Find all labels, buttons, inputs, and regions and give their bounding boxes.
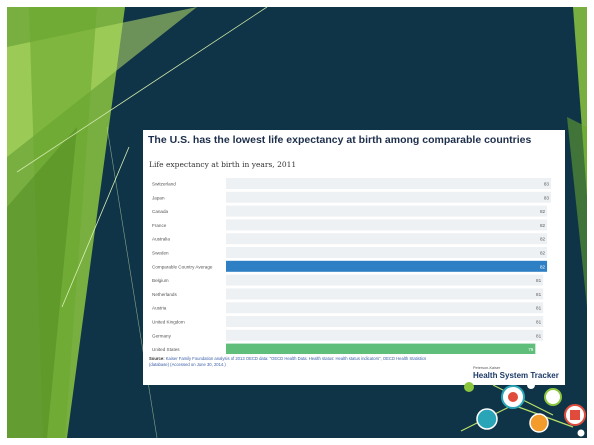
category-label: Belgium xyxy=(152,278,169,283)
category-label: France xyxy=(152,223,167,228)
category-label: Germany xyxy=(152,333,172,338)
value-label: 82 xyxy=(540,264,546,269)
value-label: 81 xyxy=(536,333,542,338)
slide: The U.S. has the lowest life expectancy … xyxy=(0,0,594,445)
value-label: 83 xyxy=(544,182,550,187)
chart-card: The U.S. has the lowest life expectancy … xyxy=(143,130,565,385)
bar xyxy=(226,274,544,286)
category-label: Switzerland xyxy=(152,182,176,187)
value-label: 79 xyxy=(528,347,534,352)
category-label: Japan xyxy=(152,195,165,200)
source-label: Source: xyxy=(149,356,165,361)
bar xyxy=(226,219,548,231)
value-label: 82 xyxy=(540,237,546,242)
category-label: Canada xyxy=(152,209,169,214)
category-label: Australia xyxy=(152,237,170,242)
category-label: Sweden xyxy=(152,251,169,256)
bar xyxy=(226,288,544,300)
chart-subtitle: Life expectancy at birth in years, 2011 xyxy=(149,160,297,169)
value-label: 82 xyxy=(540,209,546,214)
category-label: Comparable Country Average xyxy=(152,264,213,269)
chart-title: The U.S. has the lowest life expectancy … xyxy=(148,134,532,146)
bar xyxy=(226,316,544,327)
category-label: United States xyxy=(152,347,180,352)
bar xyxy=(226,233,548,245)
bar-chart: Switzerland 83 Japan 83 Canada 82 France 82 Aust… xyxy=(152,178,551,354)
value-label: 82 xyxy=(540,223,546,228)
bar xyxy=(226,178,551,189)
category-label: United Kingdom xyxy=(152,320,185,325)
value-label: 83 xyxy=(544,195,550,200)
value-label: 81 xyxy=(536,320,542,325)
category-label: Austria xyxy=(152,306,167,311)
bar xyxy=(226,343,536,354)
source-note: Source: Kaiser Family Foundation analysi… xyxy=(149,356,439,367)
health-icons-graphic xyxy=(460,381,586,438)
value-label: 82 xyxy=(540,251,546,256)
bar xyxy=(226,191,551,203)
bar xyxy=(226,205,548,217)
bar xyxy=(226,302,544,314)
value-label: 81 xyxy=(536,306,542,311)
value-label: 81 xyxy=(536,292,542,297)
logo-subtitle: Peterson-Kaiser xyxy=(473,366,501,370)
category-label: Netherlands xyxy=(152,292,177,297)
bar xyxy=(226,247,548,258)
slide-background: The U.S. has the lowest life expectancy … xyxy=(7,7,587,438)
bar xyxy=(226,329,544,341)
bar xyxy=(226,260,548,272)
value-label: 81 xyxy=(536,278,542,283)
source-link[interactable]: Kaiser Family Foundation analysis of 201… xyxy=(149,356,426,367)
